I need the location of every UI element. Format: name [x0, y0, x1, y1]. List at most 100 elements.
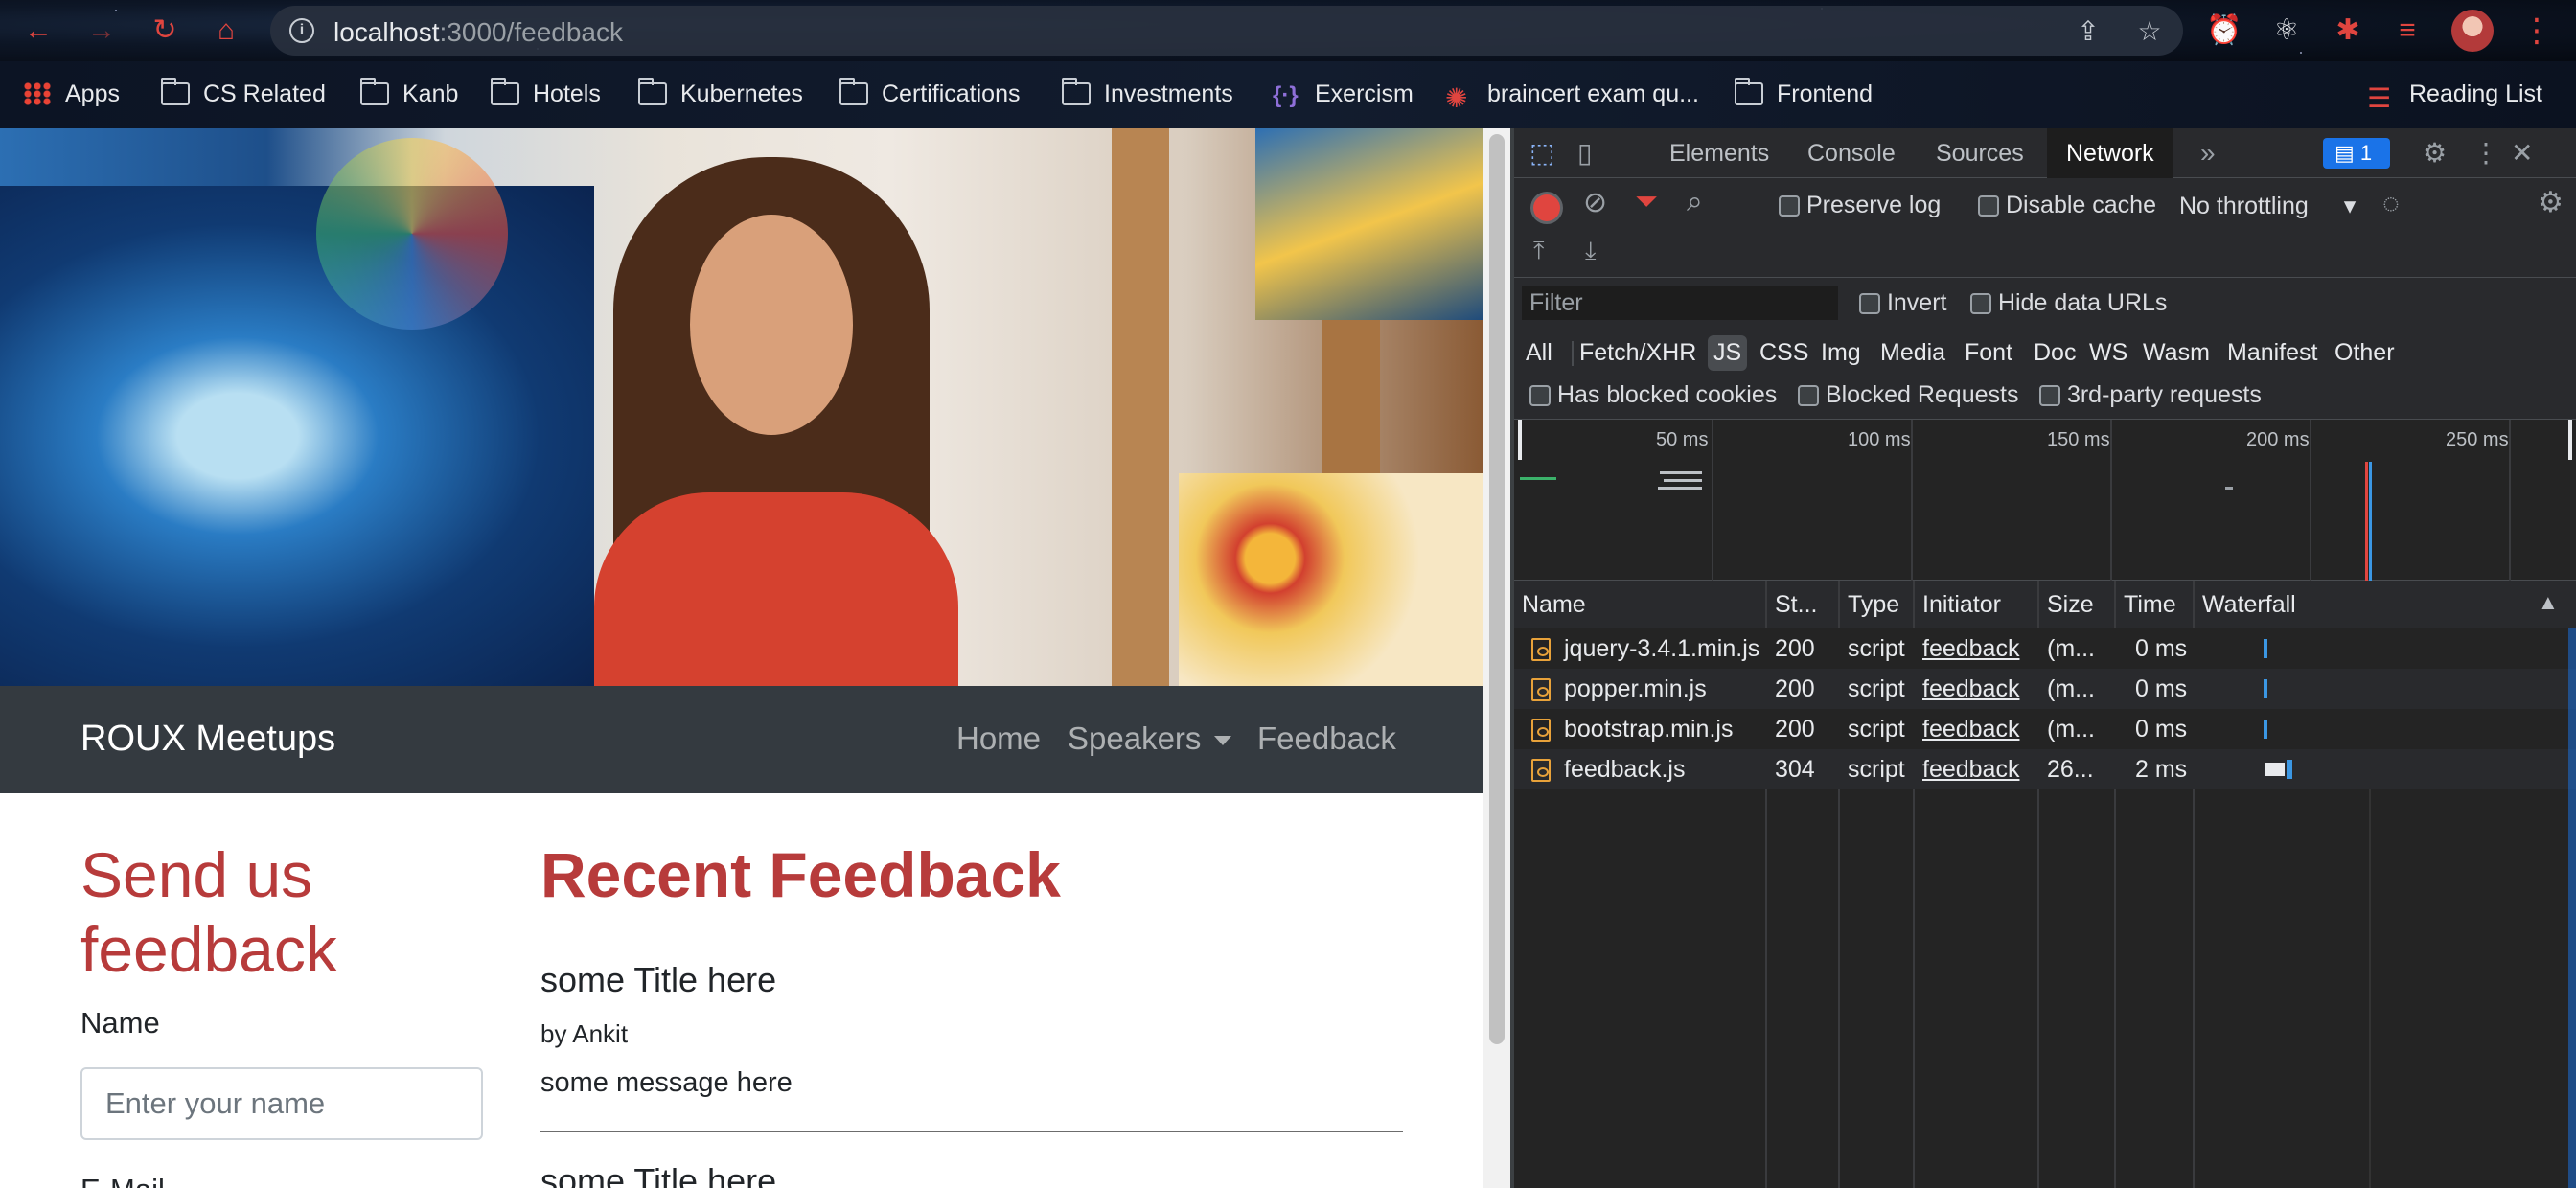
checkbox[interactable] — [1798, 385, 1819, 407]
tab-elements[interactable]: Elements — [1650, 128, 1788, 178]
type-all[interactable]: All — [1520, 335, 1558, 371]
request-initiator-link[interactable]: feedback — [1915, 749, 2037, 789]
checkbox[interactable] — [1779, 195, 1800, 217]
col-status[interactable]: St... — [1767, 581, 1838, 628]
nav-speakers[interactable]: Speakers — [1068, 720, 1232, 757]
home-icon[interactable]: ⌂ — [209, 13, 243, 48]
tab-sources[interactable]: Sources — [1917, 128, 2043, 178]
bookmark-star-icon[interactable]: ☆ — [2135, 17, 2164, 46]
bookmark-exercism[interactable]: {·} Exercism — [1273, 77, 1414, 111]
back-icon[interactable]: ← — [21, 13, 56, 48]
address-bar[interactable]: i localhost:3000/feedback ⇪ ☆ — [270, 6, 2183, 56]
throttling-select[interactable]: No throttling ▾ — [2179, 192, 2356, 220]
close-devtools-icon[interactable]: ✕ — [2511, 128, 2533, 178]
export-har-icon[interactable]: ⤓ — [1585, 236, 1597, 266]
request-initiator-link[interactable]: feedback — [1915, 709, 2037, 749]
type-css[interactable]: CSS — [1754, 335, 1814, 371]
reload-icon[interactable]: ↻ — [148, 13, 182, 48]
nav-home[interactable]: Home — [956, 720, 1041, 757]
table-row[interactable]: popper.min.js 200 script feedback (m... … — [1514, 669, 2576, 709]
type-doc[interactable]: Doc — [2028, 335, 2082, 371]
site-info-icon[interactable]: i — [289, 18, 314, 43]
disable-cache-toggle[interactable]: Disable cache — [1978, 192, 2156, 219]
type-other[interactable]: Other — [2329, 335, 2401, 371]
reading-queue-icon[interactable]: ≡ — [2390, 13, 2425, 48]
table-row[interactable]: feedback.js 304 script feedback 26... 2 … — [1514, 749, 2576, 789]
checkbox[interactable] — [1859, 293, 1880, 315]
inspect-element-icon[interactable]: ⬚ — [1530, 128, 1554, 178]
alarm-extension-icon[interactable]: ⏰ — [2206, 13, 2242, 48]
col-type[interactable]: Type — [1840, 581, 1913, 628]
table-row[interactable]: bootstrap.min.js 200 script feedback (m.… — [1514, 709, 2576, 749]
bookmark-folder[interactable]: Kanb — [360, 77, 458, 111]
type-wasm[interactable]: Wasm — [2137, 335, 2216, 371]
bookmark-apps[interactable]: Apps — [23, 77, 120, 111]
col-time[interactable]: Time — [2116, 581, 2193, 628]
col-initiator[interactable]: Initiator — [1915, 581, 2037, 628]
search-icon[interactable]: ⌕ — [1687, 186, 1703, 218]
settings-gear-icon[interactable]: ⚙ — [2423, 128, 2447, 178]
more-tabs-icon[interactable]: » — [2200, 128, 2216, 178]
share-icon[interactable]: ⇪ — [2074, 17, 2103, 46]
network-conditions-icon[interactable]: ◌ — [2382, 188, 2400, 220]
network-settings-icon[interactable]: ⚙ — [2538, 186, 2564, 219]
type-fetch-xhr[interactable]: Fetch/XHR — [1574, 335, 1702, 371]
blocked-requests-toggle[interactable]: Blocked Requests — [1798, 381, 2018, 409]
hide-data-urls-toggle[interactable]: Hide data URLs — [1970, 289, 2167, 317]
type-js[interactable]: JS — [1708, 335, 1748, 371]
preserve-log-toggle[interactable]: Preserve log — [1779, 192, 1941, 219]
sort-ascending-icon[interactable]: ▲ — [2538, 590, 2559, 615]
invert-toggle[interactable]: Invert — [1859, 289, 1946, 317]
blocked-cookies-toggle[interactable]: Has blocked cookies — [1530, 381, 1777, 409]
filter-input[interactable]: Filter — [1522, 286, 1838, 320]
bookmark-folder[interactable]: Certifications — [840, 77, 1021, 111]
bookmark-folder[interactable]: CS Related — [161, 77, 326, 111]
checkbox[interactable] — [1970, 293, 1991, 315]
tab-network[interactable]: Network — [2047, 128, 2174, 178]
import-har-icon[interactable]: ⤒ — [1533, 236, 1545, 266]
devtools-scrollbar[interactable] — [2568, 628, 2576, 1188]
checkbox[interactable] — [1530, 385, 1551, 407]
page-scrollbar-thumb[interactable] — [1489, 134, 1505, 1044]
nav-feedback[interactable]: Feedback — [1257, 720, 1396, 757]
col-name[interactable]: Name — [1514, 581, 1760, 628]
profile-avatar[interactable] — [2451, 10, 2494, 52]
type-ws[interactable]: WS — [2083, 335, 2133, 371]
checkbox[interactable] — [1978, 195, 1999, 217]
browser-menu-icon[interactable]: ⋮ — [2520, 10, 2553, 52]
clear-icon[interactable]: ⊘ — [1583, 186, 1607, 219]
request-initiator-link[interactable]: feedback — [1915, 669, 2037, 709]
bookmark-folder[interactable]: Investments — [1062, 77, 1233, 111]
type-manifest[interactable]: Manifest — [2221, 335, 2323, 371]
reading-list[interactable]: ☰ Reading List — [2367, 77, 2542, 114]
name-input[interactable] — [80, 1067, 483, 1140]
checkbox[interactable] — [2039, 385, 2060, 407]
issues-badge[interactable]: ▤ 1 — [2323, 138, 2390, 169]
col-size[interactable]: Size — [2039, 581, 2114, 628]
page-scrollbar[interactable] — [1484, 128, 1510, 1188]
type-media[interactable]: Media — [1874, 335, 1951, 371]
filter-funnel-icon[interactable]: ⏷ — [1635, 186, 1658, 218]
type-img[interactable]: Img — [1815, 335, 1867, 371]
devtools-menu-icon[interactable]: ⋮ — [2472, 128, 2499, 178]
table-row[interactable]: jquery-3.4.1.min.js 200 script feedback … — [1514, 628, 2576, 669]
network-overview[interactable]: 50 ms 100 ms 150 ms 200 ms 250 ms — [1514, 420, 2576, 581]
request-initiator-link[interactable]: feedback — [1915, 628, 2037, 669]
bookmark-folder[interactable]: Hotels — [491, 77, 601, 111]
forward-icon[interactable]: → — [84, 13, 119, 48]
tab-console[interactable]: Console — [1788, 128, 1915, 178]
extensions-puzzle-icon[interactable]: ✱ — [2331, 13, 2365, 48]
col-waterfall[interactable]: Waterfall — [2195, 581, 2520, 628]
react-devtools-icon[interactable]: ⚛ — [2269, 13, 2304, 48]
site-brand[interactable]: ROUX Meetups — [80, 719, 335, 760]
record-icon[interactable] — [1533, 194, 1560, 221]
device-toolbar-icon[interactable]: ▯ — [1577, 128, 1592, 178]
third-party-toggle[interactable]: 3rd-party requests — [2039, 381, 2262, 409]
type-font[interactable]: Font — [1959, 335, 2018, 371]
bookmark-folder[interactable]: Frontend — [1735, 77, 1873, 111]
overview-left-handle[interactable] — [1518, 420, 1522, 460]
bookmark-folder[interactable]: Kubernetes — [638, 77, 803, 111]
bookmark-braincert[interactable]: ✺ braincert exam qu... — [1445, 77, 1699, 114]
overview-right-handle[interactable] — [2568, 420, 2572, 460]
network-toolbar: ⊘ ⏷ ⌕ Preserve log Disable cache No thro… — [1514, 178, 2576, 278]
